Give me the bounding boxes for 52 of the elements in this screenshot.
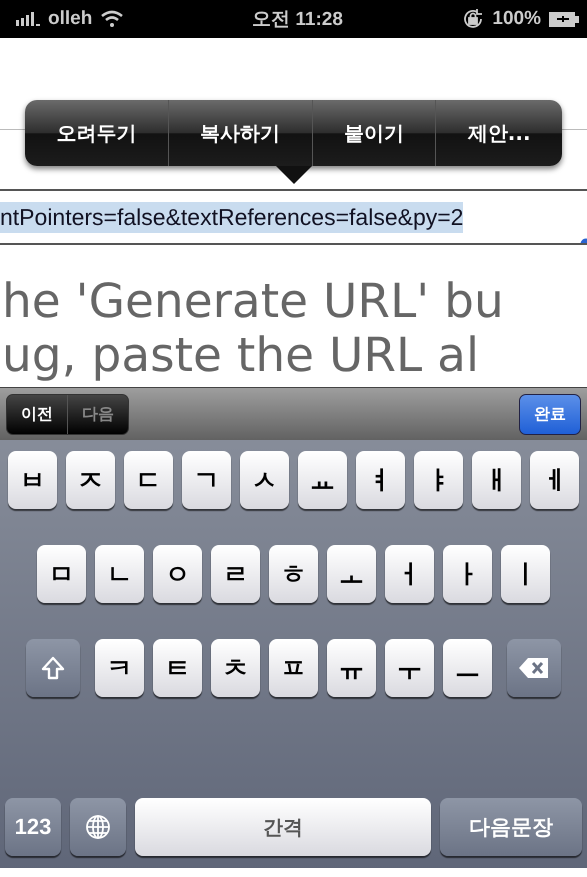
key[interactable]: ㅓ (385, 545, 434, 603)
key[interactable]: ㅜ (385, 639, 434, 697)
key[interactable]: ㄱ (182, 451, 231, 509)
key[interactable]: ㅐ (472, 451, 521, 509)
key[interactable]: ㅊ (211, 639, 260, 697)
backspace-icon (518, 657, 550, 679)
key[interactable]: ㅋ (95, 639, 144, 697)
backspace-key[interactable] (507, 639, 561, 697)
key[interactable]: ㅕ (356, 451, 405, 509)
battery-charging-icon (549, 12, 580, 26)
shift-arrow-icon (41, 656, 65, 680)
previous-button[interactable]: 이전 (7, 394, 67, 434)
key[interactable]: ㅎ (269, 545, 318, 603)
carrier-name: olleh (48, 8, 92, 30)
key[interactable]: ㅈ (66, 451, 115, 509)
return-key[interactable]: 다음문장 (440, 798, 582, 856)
numbers-key[interactable]: 123 (5, 798, 61, 856)
key[interactable]: ㅔ (530, 451, 579, 509)
key[interactable]: ㅡ (443, 639, 492, 697)
key[interactable]: ㅁ (37, 545, 86, 603)
done-button[interactable]: 완료 (519, 394, 581, 434)
signal-icon (16, 12, 40, 26)
key[interactable]: ㄴ (95, 545, 144, 603)
key[interactable]: ㅗ (327, 545, 376, 603)
selected-text: ntPointers=false&textReferences=false&py=2 (0, 202, 464, 232)
key[interactable]: ㅛ (298, 451, 347, 509)
key[interactable]: ㅠ (327, 639, 376, 697)
globe-icon (85, 814, 111, 840)
key[interactable]: ㅌ (153, 639, 202, 697)
clock: 오전 11:28 (252, 8, 343, 32)
key[interactable]: ㅣ (501, 545, 550, 603)
key[interactable]: ㄷ (124, 451, 173, 509)
page-text: he 'Generate URL' bu (1, 275, 505, 329)
shift-key[interactable] (26, 639, 80, 697)
battery-percent: 100% (492, 8, 542, 30)
menu-pointer-icon (276, 166, 312, 184)
key[interactable]: ㅅ (240, 451, 289, 509)
wifi-icon (100, 10, 124, 28)
rotation-lock-icon (462, 8, 484, 30)
menu-item[interactable]: 오려두기 (25, 100, 168, 166)
key[interactable]: ㅂ (8, 451, 57, 509)
key[interactable]: ㅑ (414, 451, 463, 509)
key[interactable]: ㅍ (269, 639, 318, 697)
key[interactable]: ㅇ (153, 545, 202, 603)
menu-item[interactable]: 제안... (435, 100, 562, 166)
url-field[interactable]: ntPointers=false&textReferences=false&py=2 (0, 189, 587, 245)
key[interactable]: ㅏ (443, 545, 492, 603)
globe-key[interactable] (70, 798, 126, 856)
key[interactable]: ㄹ (211, 545, 260, 603)
menu-item[interactable]: 붙이기 (312, 100, 436, 166)
page-text: ug, paste the URL al (1, 329, 480, 383)
space-key[interactable]: 간격 (135, 798, 431, 856)
